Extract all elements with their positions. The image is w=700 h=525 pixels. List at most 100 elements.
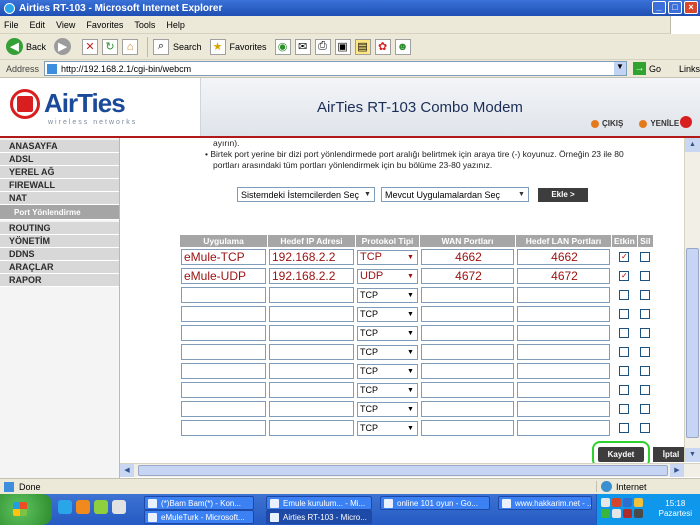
application-name-input[interactable] xyxy=(181,401,266,417)
application-name-input[interactable]: eMule-UDP xyxy=(181,268,266,284)
lan-port-input[interactable]: 4672 xyxy=(517,268,610,284)
sidebar-item-araclar[interactable]: ARAÇLAR xyxy=(0,261,119,274)
back-button[interactable]: ◀ Back xyxy=(6,38,46,55)
maximize-button[interactable]: □ xyxy=(668,1,682,14)
application-name-input[interactable] xyxy=(181,325,266,341)
delete-checkbox[interactable] xyxy=(640,252,651,262)
wan-port-input[interactable]: 4662 xyxy=(421,249,514,265)
add-button[interactable]: Ekle > xyxy=(538,187,588,202)
tray-icon[interactable] xyxy=(623,509,632,518)
minimize-button[interactable]: _ xyxy=(652,1,666,14)
lan-port-input[interactable] xyxy=(517,382,610,398)
scroll-up-icon[interactable]: ▲ xyxy=(685,138,700,152)
lan-port-input[interactable] xyxy=(517,363,610,379)
lan-port-input[interactable] xyxy=(517,287,610,303)
protocol-select[interactable]: TCP ▼ xyxy=(357,363,418,379)
enabled-checkbox[interactable] xyxy=(619,423,630,433)
delete-checkbox[interactable] xyxy=(640,271,651,281)
logout-link[interactable]: ÇIKIŞ xyxy=(591,119,623,128)
application-name-input[interactable] xyxy=(181,306,266,322)
tray-icon[interactable] xyxy=(601,509,610,518)
enabled-checkbox[interactable] xyxy=(619,347,630,357)
delete-checkbox[interactable] xyxy=(640,366,651,376)
delete-checkbox[interactable] xyxy=(640,404,651,414)
lan-port-input[interactable] xyxy=(517,401,610,417)
start-button[interactable] xyxy=(0,494,52,525)
menu-edit[interactable]: Edit xyxy=(30,20,46,30)
enabled-checkbox[interactable] xyxy=(619,290,630,300)
scroll-left-icon[interactable]: ◀ xyxy=(120,464,134,477)
application-name-input[interactable] xyxy=(181,382,266,398)
protocol-select[interactable]: TCP ▼ xyxy=(357,382,418,398)
links-button[interactable]: Links xyxy=(679,64,700,74)
favorites-button[interactable]: ★ Favorites xyxy=(209,38,267,55)
sidebar-item-ddns[interactable]: DDNS xyxy=(0,248,119,261)
target-ip-input[interactable] xyxy=(269,420,354,436)
application-select[interactable]: Mevcut Uygulamalardan Seç ▼ xyxy=(381,187,529,202)
enabled-checkbox[interactable] xyxy=(619,366,630,376)
refresh-link[interactable]: YENİLE xyxy=(639,119,679,128)
home-icon[interactable]: ⌂ xyxy=(122,38,139,55)
messenger-quicklaunch-icon[interactable] xyxy=(94,500,108,514)
target-ip-input[interactable]: 192.168.2.2 xyxy=(269,268,354,284)
desktop-quicklaunch-icon[interactable] xyxy=(112,500,126,514)
delete-checkbox[interactable] xyxy=(640,347,651,357)
tray-icon[interactable] xyxy=(601,498,610,507)
protocol-select[interactable]: TCP ▼ xyxy=(357,306,418,322)
task-bam-bam[interactable]: (*)Bam Bam(*) - Kon... xyxy=(144,496,254,510)
wan-port-input[interactable] xyxy=(421,401,514,417)
address-dropdown-icon[interactable]: ▼ xyxy=(613,62,626,75)
protocol-select[interactable]: TCP ▼ xyxy=(357,344,418,360)
turkish-flag-icon[interactable] xyxy=(680,116,692,128)
refresh-icon[interactable]: ↻ xyxy=(102,38,119,55)
wan-port-input[interactable] xyxy=(421,325,514,341)
target-ip-input[interactable] xyxy=(269,306,354,322)
sidebar-item-rapor[interactable]: RAPOR xyxy=(0,274,119,287)
lan-port-input[interactable] xyxy=(517,344,610,360)
sidebar-item-yerel-ag[interactable]: YEREL AĞ xyxy=(0,166,119,179)
sidebar-item-port-yonlendirme[interactable]: Port Yönlendirme xyxy=(0,205,119,220)
target-ip-input[interactable] xyxy=(269,401,354,417)
hscroll-thumb[interactable] xyxy=(138,465,668,476)
horizontal-scrollbar[interactable]: ◀ ▶ xyxy=(120,463,700,477)
messenger-icon[interactable]: ✿ xyxy=(374,38,391,55)
sidebar-item-yonetim[interactable]: YÖNETİM xyxy=(0,235,119,248)
close-button[interactable]: × xyxy=(684,1,698,14)
enabled-checkbox[interactable] xyxy=(619,309,630,319)
scroll-thumb[interactable] xyxy=(686,248,699,438)
wan-port-input[interactable]: 4672 xyxy=(421,268,514,284)
application-name-input[interactable] xyxy=(181,344,266,360)
delete-checkbox[interactable] xyxy=(640,309,651,319)
enabled-checkbox[interactable] xyxy=(619,385,630,395)
delete-checkbox[interactable] xyxy=(640,290,651,300)
task-emule-kurulum[interactable]: Emule kurulum... - Mi... xyxy=(266,496,372,510)
vertical-scrollbar[interactable]: ▲ ▼ xyxy=(684,138,700,462)
task-emuleturk[interactable]: eMuleTurk - Microsoft... xyxy=(144,510,254,524)
mail-icon[interactable]: ✉ xyxy=(294,38,311,55)
application-name-input[interactable]: eMule-TCP xyxy=(181,249,266,265)
delete-checkbox[interactable] xyxy=(640,385,651,395)
target-ip-input[interactable]: 192.168.2.2 xyxy=(269,249,354,265)
firefox-quicklaunch-icon[interactable] xyxy=(76,500,90,514)
enabled-checkbox[interactable]: ✓ xyxy=(619,252,630,262)
wan-port-input[interactable] xyxy=(421,344,514,360)
forward-button[interactable]: ▶ xyxy=(54,38,74,55)
msn-buddies-icon[interactable]: ☻ xyxy=(394,38,411,55)
address-input[interactable]: http://192.168.2.1/cgi-bin/webcm ▼ xyxy=(44,61,627,76)
lan-port-input[interactable] xyxy=(517,420,610,436)
media-icon[interactable]: ◉ xyxy=(274,38,291,55)
enabled-checkbox[interactable]: ✓ xyxy=(619,271,630,281)
wan-port-input[interactable] xyxy=(421,287,514,303)
search-button[interactable]: ⌕ Search xyxy=(153,38,202,55)
ie-quicklaunch-icon[interactable] xyxy=(58,500,72,514)
protocol-select[interactable]: TCP ▼ xyxy=(357,420,418,436)
delete-checkbox[interactable] xyxy=(640,328,651,338)
task-airties-active[interactable]: Airties RT-103 - Micro... xyxy=(266,510,372,524)
stop-icon[interactable]: ✕ xyxy=(82,38,99,55)
clock[interactable]: 15:18 Pazartesi xyxy=(659,499,692,519)
task-online-oyun[interactable]: online 101 oyun - Go... xyxy=(380,496,490,510)
lan-port-input[interactable] xyxy=(517,325,610,341)
lan-port-input[interactable] xyxy=(517,306,610,322)
protocol-select[interactable]: TCP ▼ xyxy=(357,287,418,303)
enabled-checkbox[interactable] xyxy=(619,404,630,414)
